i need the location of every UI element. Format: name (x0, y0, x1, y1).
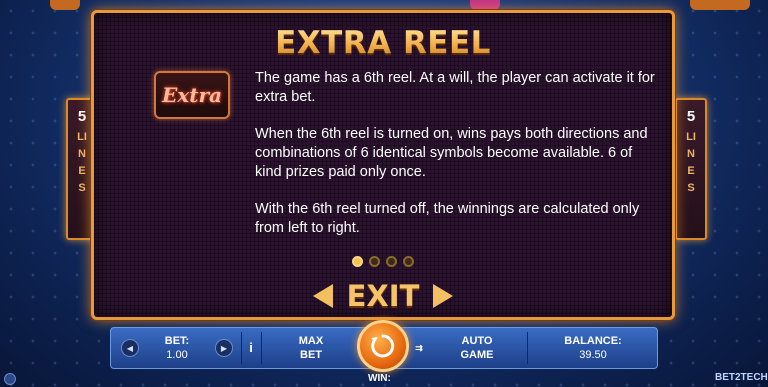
lines-count: 5 (686, 108, 696, 125)
auto-game-line1: AUTO (461, 335, 493, 347)
balance-value: 39.50 (579, 349, 607, 361)
win-label: WIN: (368, 373, 391, 384)
page-dot[interactable] (386, 256, 397, 267)
divider (261, 332, 262, 364)
lines-word: LINES (77, 131, 87, 194)
balance-display: BALANCE: 39.50 (529, 328, 657, 368)
max-bet-line1: MAX (298, 335, 324, 347)
extra-logo-text: Extra (162, 83, 222, 107)
bet-increase-button[interactable]: ▶ (215, 339, 233, 357)
panel-title: EXTRA REEL (94, 25, 672, 61)
page-indicator (94, 256, 672, 267)
autoplay-icon[interactable]: ⇉ (411, 328, 427, 368)
info-label: i (249, 340, 253, 355)
page-dot[interactable] (369, 256, 380, 267)
right-arrow-icon[interactable] (433, 284, 454, 308)
bet-value: 1.00 (166, 349, 188, 361)
divider (241, 332, 242, 364)
max-bet-line2: BET (300, 349, 322, 361)
lines-word: LINES (686, 131, 696, 194)
paragraph-1: The game has a 6th reel. At a will, the … (255, 70, 655, 105)
exit-navigation: EXIT (94, 279, 672, 313)
page-dot[interactable] (403, 256, 414, 267)
auto-game-button[interactable]: AUTO GAME (429, 328, 525, 368)
extra-logo: Extra (154, 71, 230, 119)
lines-badge-right: 5 LINES (675, 98, 707, 240)
top-decoration-center (470, 0, 500, 10)
lines-count: 5 (77, 108, 87, 125)
exit-button[interactable]: EXIT (343, 279, 424, 313)
sound-icon[interactable] (4, 373, 16, 385)
top-decoration-left (50, 0, 80, 10)
max-bet-button[interactable]: MAX BET (263, 328, 359, 368)
auto-game-line2: GAME (460, 349, 494, 361)
spin-icon (371, 334, 395, 358)
top-decoration-right (690, 0, 750, 10)
bet-label: BET: (164, 335, 190, 347)
spin-button[interactable] (357, 320, 409, 372)
brand-logo: BET2TECH (715, 372, 768, 383)
divider (527, 332, 528, 364)
left-arrow-icon[interactable] (312, 284, 333, 308)
balance-label: BALANCE: (564, 335, 622, 347)
paragraph-3: With the 6th reel turned off, the winnin… (255, 201, 640, 236)
paytable-info-panel: EXTRA REEL Extra The game has a 6th reel… (91, 10, 675, 320)
panel-description: The game has a 6th reel. At a will, the … (255, 69, 655, 256)
info-icon[interactable]: i (243, 328, 259, 368)
bet-display: BET: 1.00 (141, 328, 213, 368)
bet-decrease-button[interactable]: ◀ (121, 339, 139, 357)
paragraph-2: When the 6th reel is turned on, wins pay… (255, 126, 648, 180)
page-dot[interactable] (352, 256, 363, 267)
